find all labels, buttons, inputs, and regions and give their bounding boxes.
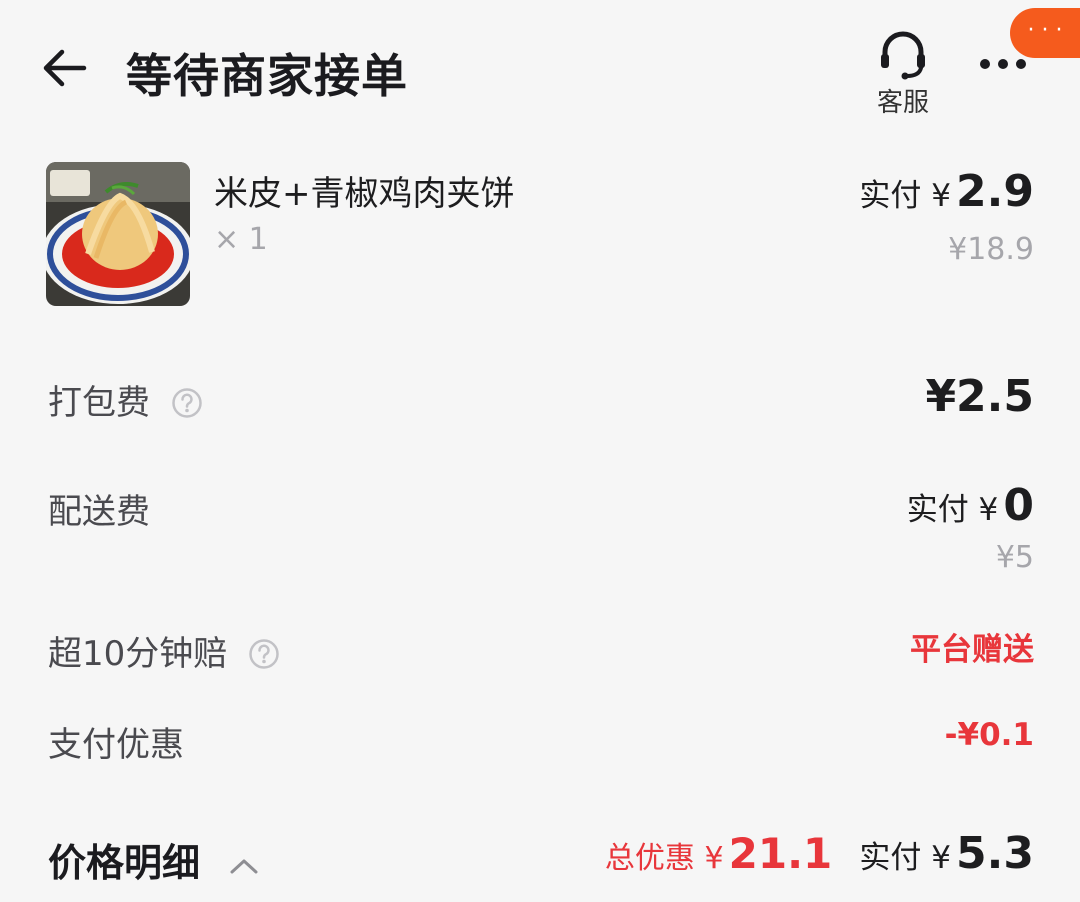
total-discount-value: 21.1 (728, 829, 833, 878)
packing-fee-row: 打包费 (48, 375, 203, 424)
delivery-actual-label: 实付 ¥ (906, 492, 999, 528)
delivery-fee-label: 配送费 (48, 492, 150, 532)
packing-fee-label: 打包费 (48, 383, 150, 423)
actual-price-label: 实付 ¥ (859, 178, 951, 214)
product-name: 米皮+青椒鸡肉夹饼 (214, 174, 515, 214)
page-title: 等待商家接单 (126, 49, 408, 103)
customer-service-button[interactable]: 客服 (870, 28, 936, 119)
chevron-up-icon (230, 859, 258, 873)
delivery-fee-actual: 实付 ¥ 0 (907, 480, 1034, 531)
miniapp-menu-badge[interactable]: · · · (1010, 8, 1080, 58)
customer-service-label: 客服 (876, 88, 929, 118)
total-actual-label: 实付 ¥ (859, 840, 951, 876)
order-detail-page: 等待商家接单 客服 · · · 米皮+青椒鸡肉夹饼 × 1 实付 ¥ 2.9 ¥… (0, 0, 1080, 902)
late-compensation-label: 超10分钟赔 (48, 634, 228, 674)
footer-summary: 总优惠 ¥ 21.1 实付 ¥ 5.3 (605, 828, 1034, 879)
product-original-price: ¥18.9 (948, 232, 1034, 267)
packing-fee-value: ¥2.5 (925, 371, 1034, 422)
payment-discount-label: 支付优惠 (48, 725, 184, 765)
late-compensation-row: 超10分钟赔 (48, 626, 280, 675)
late-compensation-value: 平台赠送 (910, 632, 1034, 668)
headset-icon (881, 31, 925, 80)
help-icon[interactable] (248, 638, 280, 670)
price-detail-toggle[interactable]: 价格明细 (48, 832, 259, 887)
payment-discount-value: -¥0.1 (944, 717, 1034, 753)
delivery-original-value: ¥5 (995, 540, 1034, 575)
product-quantity: × 1 (214, 222, 268, 257)
price-detail-title: 价格明细 (48, 841, 201, 885)
product-actual-price: 实付 ¥ 2.9 (859, 166, 1034, 217)
delivery-actual-value: 0 (1003, 480, 1034, 531)
back-arrow-icon[interactable] (40, 48, 90, 88)
actual-price-value: 2.9 (956, 166, 1034, 217)
product-image (46, 162, 190, 306)
total-actual-value: 5.3 (956, 828, 1034, 879)
total-discount-label: 总优惠 ¥ (604, 841, 724, 876)
help-icon[interactable] (171, 387, 203, 419)
